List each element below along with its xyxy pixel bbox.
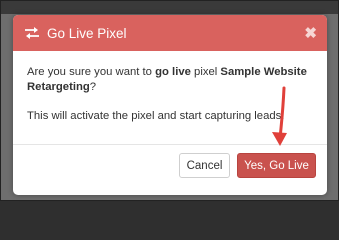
screenshot-frame <box>0 0 339 201</box>
